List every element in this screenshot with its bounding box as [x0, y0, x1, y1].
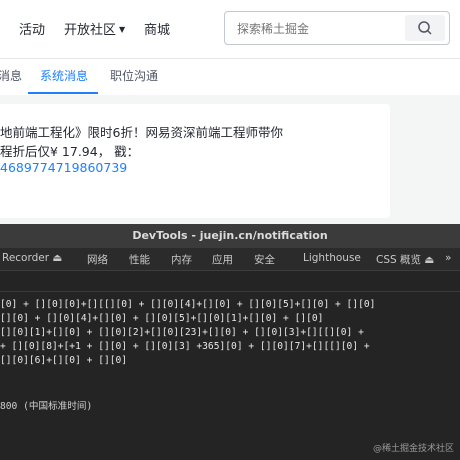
tab-lighthouse[interactable]: Lighthouse	[303, 252, 361, 264]
caret-down-icon: ▼	[119, 25, 126, 34]
notification-text-line-1: 地前端工程化》限时6折！网易资深前端工程师带你	[0, 125, 283, 140]
nav-item-open-community-label: 开放社区	[64, 23, 117, 38]
notification-card: 地前端工程化》限时6折！网易资深前端工程师带你 程折后仅¥ 17.94， 戳： …	[0, 104, 390, 218]
message-tabs: 消息 系统消息 职位沟通	[0, 59, 460, 95]
tab-job-messages[interactable]: 职位沟通	[110, 67, 158, 84]
more-tabs-icon[interactable]: »	[445, 252, 451, 264]
top-navigation: 活动 开放社区 ▼ 商城	[0, 0, 460, 59]
tab-system-messages[interactable]: 系统消息	[40, 67, 88, 84]
tab-security[interactable]: 安全	[254, 252, 275, 267]
tab-recorder[interactable]: Recorder ⏏	[2, 252, 62, 264]
tab-memory[interactable]: 内存	[171, 252, 192, 267]
search-button[interactable]	[405, 15, 445, 41]
nav-item-activity[interactable]: 活动	[19, 19, 45, 38]
tab-network[interactable]: 网络	[87, 252, 108, 267]
console-result: 800 (中国标准时间)	[0, 401, 93, 412]
active-tab-indicator	[28, 92, 98, 94]
search-box	[224, 11, 450, 45]
console-code-line-4: + [][0][8]+[+1 + [][0] + [][0][3] +365][…	[0, 341, 370, 352]
notification-link[interactable]: 4689774719860739	[0, 160, 127, 175]
nav-item-open-community[interactable]: 开放社区 ▼	[64, 19, 125, 38]
devtools-tabs: Recorder ⏏ 网络 性能 内存 应用 安全 Lighthouse CSS…	[0, 248, 460, 271]
tab-messages[interactable]: 消息	[0, 67, 22, 84]
console-code-line-5: [][0][6]+[][0] + [][0]	[0, 355, 128, 366]
console-toolbar	[0, 271, 460, 292]
tab-performance[interactable]: 性能	[129, 252, 150, 267]
watermark: @稀土掘金技术社区	[372, 444, 454, 454]
notification-text-line-2: 程折后仅¥ 17.94， 戳：	[0, 144, 140, 159]
search-input[interactable]	[235, 19, 409, 39]
devtools-window: DevTools - juejin.cn/notification Record…	[0, 224, 460, 460]
devtools-title: DevTools - juejin.cn/notification	[0, 224, 460, 248]
search-icon	[418, 21, 432, 35]
nav-item-mall[interactable]: 商城	[144, 19, 170, 38]
console-code-line-1: [0] + [][0][0]+[][[][0] + [][0][4]+[][0]…	[0, 299, 376, 310]
console-code-line-3: [][0][1]+[][0] + [][0][2]+[][0][23]+[][0…	[0, 327, 364, 338]
tab-application[interactable]: 应用	[212, 252, 233, 267]
console-code-line-2: [][0] + [][0][4]+[][0] + [][0][5]+[][0][…	[0, 313, 324, 324]
tab-css-overview[interactable]: CSS 概览 ⏏	[376, 252, 434, 267]
